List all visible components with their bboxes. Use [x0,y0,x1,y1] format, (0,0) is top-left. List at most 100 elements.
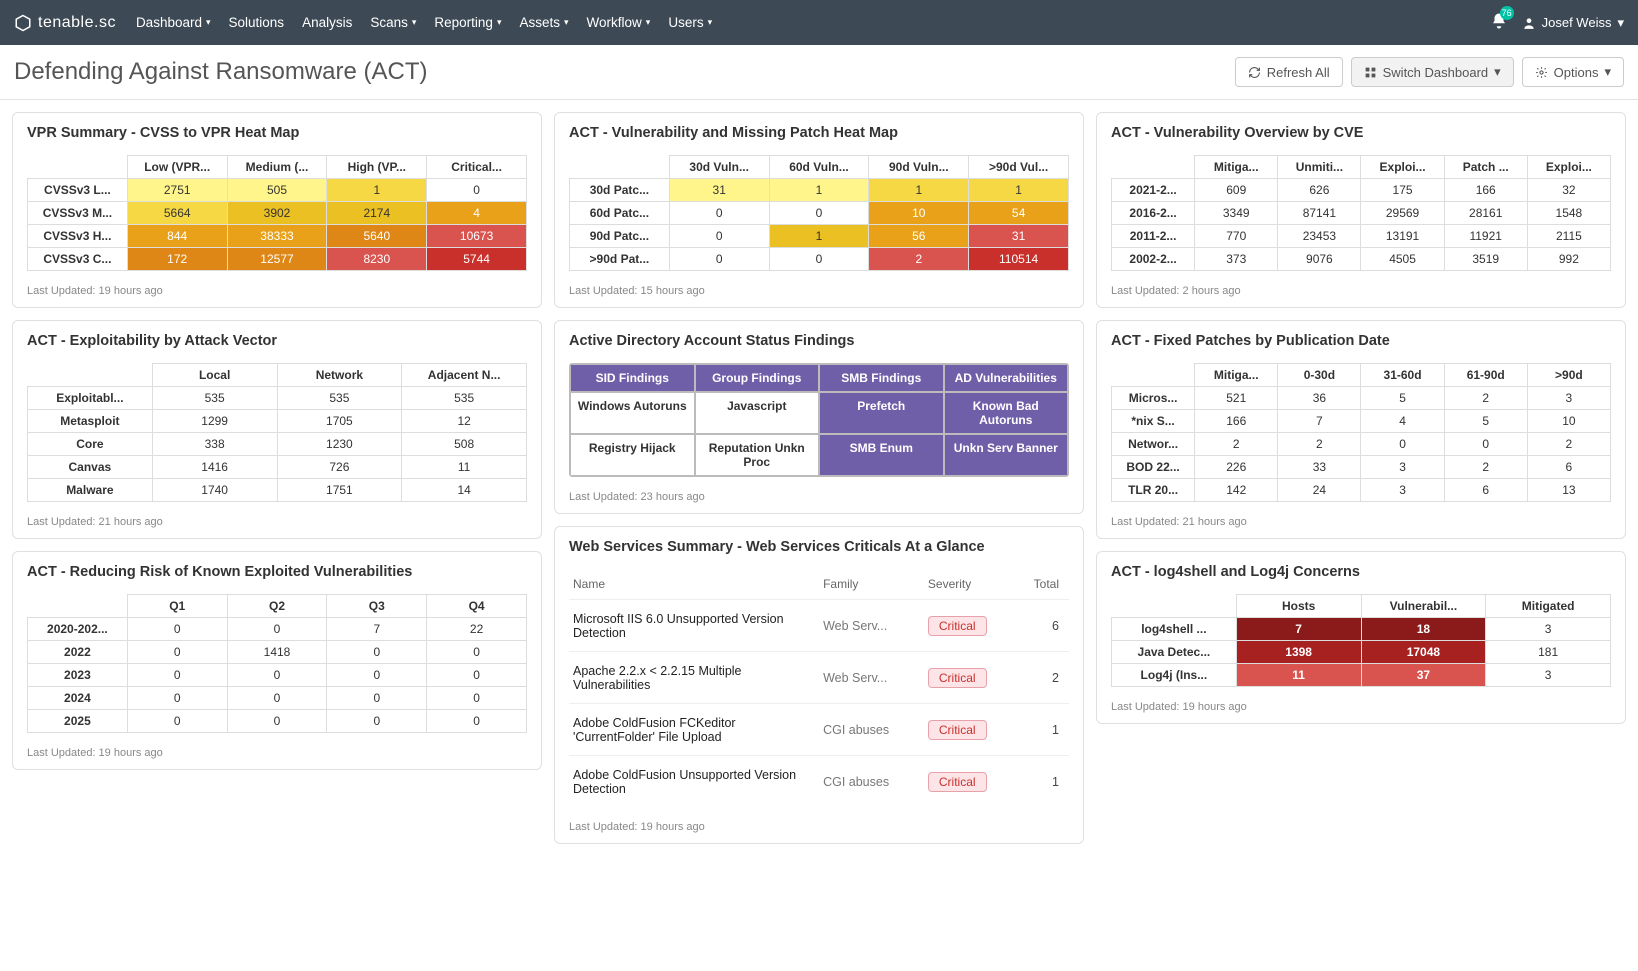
cell[interactable]: 11 [1236,664,1361,687]
vpr-table[interactable]: Low (VPR...Medium (...High (VP...Critica… [27,155,527,271]
cell[interactable]: 6 [1444,479,1527,502]
cell[interactable]: 9076 [1278,248,1361,271]
cell[interactable]: 0 [769,248,869,271]
cell[interactable]: 2 [869,248,969,271]
cell[interactable]: 0 [227,664,327,687]
cell[interactable]: 17048 [1361,641,1486,664]
cell[interactable]: 1418 [227,641,327,664]
cell[interactable]: 2 [1195,433,1278,456]
cell[interactable]: 770 [1195,225,1278,248]
cell[interactable]: 5664 [127,202,227,225]
cell[interactable]: 10 [1527,410,1610,433]
cell[interactable]: 2751 [127,179,227,202]
cell[interactable]: 1751 [277,479,402,502]
cell[interactable]: 3 [1527,387,1610,410]
cell[interactable]: 0 [227,710,327,733]
cell[interactable]: 2 [1444,387,1527,410]
cell[interactable]: 1705 [277,410,402,433]
cell[interactable]: 626 [1278,179,1361,202]
ws-row[interactable]: Adobe ColdFusion Unsupported Version Det… [569,755,1069,807]
cell[interactable]: 0 [669,248,769,271]
nav-item-scans[interactable]: Scans▾ [370,15,416,30]
cell[interactable]: 373 [1195,248,1278,271]
cell[interactable]: 0 [127,710,227,733]
cell[interactable]: 23453 [1278,225,1361,248]
cell[interactable]: 0 [327,710,427,733]
cell[interactable]: 521 [1195,387,1278,410]
ad-tile[interactable]: Prefetch [819,392,944,434]
cell[interactable]: 14 [402,479,527,502]
ws-row[interactable]: Apache 2.2.x < 2.2.15 Multiple Vulnerabi… [569,651,1069,703]
cell[interactable]: 3902 [227,202,327,225]
ws-row[interactable]: Microsoft IIS 6.0 Unsupported Version De… [569,599,1069,651]
cell[interactable]: 0 [127,664,227,687]
cell[interactable]: 24 [1278,479,1361,502]
cell[interactable]: 0 [327,641,427,664]
cell[interactable]: 535 [152,387,277,410]
cell[interactable]: 2 [1278,433,1361,456]
cell[interactable]: 7 [327,618,427,641]
cell[interactable]: 226 [1195,456,1278,479]
cell[interactable]: 1 [769,179,869,202]
cell[interactable]: 142 [1195,479,1278,502]
cell[interactable]: 2 [1527,433,1610,456]
cell[interactable]: 36 [1278,387,1361,410]
ad-tile[interactable]: Windows Autoruns [570,392,695,434]
ad-tile[interactable]: SMB Enum [819,434,944,476]
cell[interactable]: 37 [1361,664,1486,687]
cell[interactable]: 0 [669,202,769,225]
cell[interactable]: 10673 [427,225,527,248]
switch-dashboard-button[interactable]: Switch Dashboard ▾ [1351,57,1514,87]
cell[interactable]: 1230 [277,433,402,456]
cell[interactable]: 0 [427,687,527,710]
cve-overview-table[interactable]: Mitiga...Unmiti...Exploi...Patch ...Expl… [1111,155,1611,271]
cell[interactable]: 2 [1444,456,1527,479]
user-menu[interactable]: Josef Weiss ▾ [1522,15,1624,31]
ad-tile[interactable]: Unkn Serv Banner [944,434,1069,476]
cell[interactable]: 0 [427,664,527,687]
cell[interactable]: 0 [427,710,527,733]
cell[interactable]: 12577 [227,248,327,271]
cell[interactable]: 0 [327,664,427,687]
cell[interactable]: 0 [227,687,327,710]
cell[interactable]: 1416 [152,456,277,479]
cell[interactable]: 0 [127,641,227,664]
cell[interactable]: 1 [969,179,1069,202]
cell[interactable]: 8230 [327,248,427,271]
cell[interactable]: 172 [127,248,227,271]
refresh-all-button[interactable]: Refresh All [1235,57,1343,87]
cell[interactable]: 4 [1361,410,1444,433]
cell[interactable]: 0 [127,687,227,710]
cell[interactable]: 31 [969,225,1069,248]
cell[interactable]: 11921 [1444,225,1527,248]
cell[interactable]: 0 [769,202,869,225]
cell[interactable]: 1398 [1236,641,1361,664]
cell[interactable]: 4 [427,202,527,225]
notifications-button[interactable]: 76 [1490,12,1508,33]
cell[interactable]: 38333 [227,225,327,248]
cell[interactable]: 1 [869,179,969,202]
ad-tile[interactable]: Group Findings [695,364,820,392]
cell[interactable]: 992 [1527,248,1610,271]
cell[interactable]: 54 [969,202,1069,225]
cell[interactable]: 5640 [327,225,427,248]
cell[interactable]: 28161 [1444,202,1527,225]
log4-table[interactable]: HostsVulnerabil...Mitigatedlog4shell ...… [1111,594,1611,687]
cell[interactable]: 3 [1361,479,1444,502]
cell[interactable]: 7 [1236,618,1361,641]
cell[interactable]: 166 [1195,410,1278,433]
cell[interactable]: 5 [1444,410,1527,433]
nav-item-analysis[interactable]: Analysis [302,15,352,30]
cell[interactable]: 508 [402,433,527,456]
cell[interactable]: 6 [1527,456,1610,479]
cell[interactable]: 29569 [1361,202,1444,225]
cell[interactable]: 3349 [1195,202,1278,225]
ad-tile[interactable]: Javascript [695,392,820,434]
cell[interactable]: 0 [1361,433,1444,456]
patch-heatmap-table[interactable]: 30d Vuln...60d Vuln...90d Vuln...>90d Vu… [569,155,1069,271]
nav-item-solutions[interactable]: Solutions [229,15,285,30]
cell[interactable]: 2115 [1527,225,1610,248]
cell[interactable]: 56 [869,225,969,248]
cell[interactable]: 5 [1361,387,1444,410]
ad-tile[interactable]: AD Vulnerabilities [944,364,1069,392]
